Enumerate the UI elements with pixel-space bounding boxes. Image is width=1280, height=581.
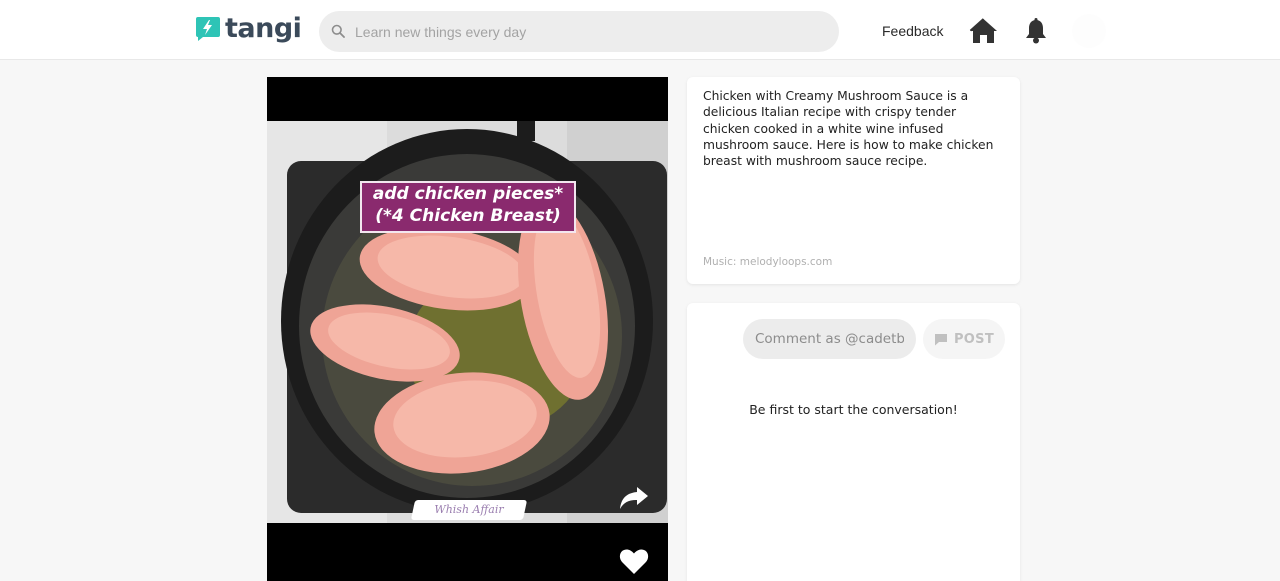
search-icon	[331, 24, 345, 38]
share-icon[interactable]	[619, 485, 649, 511]
comment-input[interactable]	[743, 319, 916, 359]
top-navbar: tangi Feedback	[0, 0, 1280, 60]
music-credit: Music: melodyloops.com	[703, 256, 833, 268]
search-bar[interactable]	[319, 11, 839, 52]
description-card: Chicken with Creamy Mushroom Sauce is a …	[687, 77, 1020, 284]
comments-card: POST Be first to start the conversation!	[687, 303, 1020, 581]
video-player[interactable]: add chicken pieces* (*4 Chicken Breast) …	[267, 77, 668, 581]
post-comment-button[interactable]: POST	[923, 319, 1005, 359]
video-frame: add chicken pieces* (*4 Chicken Breast) …	[267, 121, 668, 523]
commenter-avatar	[701, 320, 741, 360]
search-input[interactable]	[355, 11, 825, 52]
caption-line-2: (*4 Chicken Breast)	[375, 206, 561, 226]
home-icon[interactable]	[969, 18, 998, 44]
user-avatar[interactable]	[1072, 14, 1106, 48]
video-caption-overlay: add chicken pieces* (*4 Chicken Breast)	[360, 181, 576, 233]
comments-empty-message: Be first to start the conversation!	[749, 402, 958, 417]
feedback-link[interactable]: Feedback	[882, 23, 943, 39]
watermark-text: Whish Affair	[434, 503, 504, 516]
logo-text: tangi	[225, 13, 302, 44]
video-watermark: Whish Affair	[410, 500, 528, 520]
tangi-logo-icon	[196, 17, 220, 41]
heart-icon[interactable]	[619, 548, 649, 575]
caption-line-1: add chicken pieces*	[372, 184, 564, 204]
post-button-label: POST	[953, 331, 994, 347]
comment-icon	[934, 333, 947, 345]
bell-icon[interactable]	[1024, 18, 1048, 44]
tangi-logo[interactable]: tangi	[195, 13, 302, 44]
video-description: Chicken with Creamy Mushroom Sauce is a …	[703, 89, 994, 169]
